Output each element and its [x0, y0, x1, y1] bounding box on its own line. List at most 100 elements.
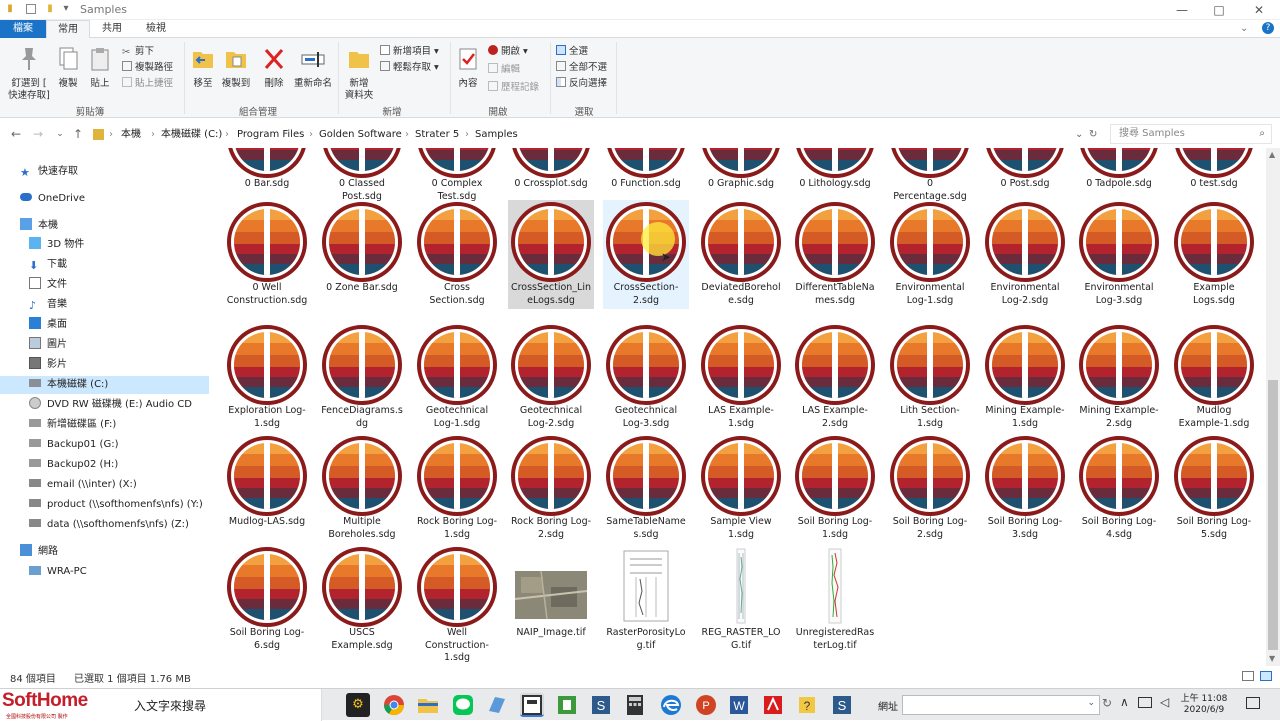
scroll-up-icon[interactable]: ▲ — [1269, 150, 1275, 159]
line-icon[interactable] — [451, 693, 475, 717]
file-item[interactable]: Environmental Log-3.sdg — [1076, 202, 1162, 307]
file-item[interactable]: Mudlog Example-1.sdg — [1171, 325, 1257, 430]
file-item[interactable]: USCS Example.sdg — [319, 547, 405, 652]
nav-item-pictures[interactable]: 圖片 — [29, 336, 67, 354]
address-dropdown-icon[interactable]: ⌄ — [1075, 125, 1083, 145]
file-item[interactable]: Geotechnical Log-1.sdg — [414, 325, 500, 430]
scrollbar-thumb[interactable] — [1268, 380, 1278, 650]
new-folder-icon[interactable]: ▮ — [44, 3, 56, 15]
properties-button[interactable]: 內容 — [454, 46, 482, 90]
cut-button[interactable]: ✂ 剪下 — [122, 44, 154, 60]
nav-item-local-disk-c[interactable]: 本機磁碟 (C:) — [0, 376, 209, 394]
network-tray-icon[interactable] — [1138, 697, 1152, 708]
invert-selection-button[interactable]: 反向選擇 — [556, 76, 607, 92]
file-item[interactable]: LAS Example-2.sdg — [792, 325, 878, 430]
file-item[interactable]: 0 Zone Bar.sdg — [319, 202, 405, 295]
search-input[interactable]: 搜尋 Samples ⌕ — [1110, 124, 1272, 144]
file-item[interactable]: Geotechnical Log-2.sdg — [508, 325, 594, 430]
nav-item-data-drive[interactable]: data (\\softhomenfs\nfs) (Z:) — [29, 516, 189, 534]
strater-app-icon[interactable]: S — [830, 693, 854, 717]
tray-chevron-up-icon[interactable]: ∧ — [1120, 695, 1129, 709]
breadcrumb-item[interactable]: 本機 — [121, 125, 141, 145]
file-item[interactable]: SameTableNames.sdg — [603, 436, 689, 541]
file-item[interactable]: DifferentTableNames.sdg — [792, 202, 878, 307]
file-item[interactable]: Soil Boring Log-5.sdg — [1171, 436, 1257, 541]
file-item[interactable]: 0 Graphic.sdg — [698, 148, 784, 191]
file-item[interactable]: Rock Boring Log-2.sdg — [508, 436, 594, 541]
edge-icon[interactable] — [659, 693, 683, 717]
up-arrow-icon[interactable]: ↑ — [70, 126, 86, 142]
history-button[interactable]: 歷程記錄 — [488, 80, 539, 96]
back-arrow-icon[interactable]: ← — [8, 126, 24, 142]
file-item[interactable]: Soil Boring Log-2.sdg — [887, 436, 973, 541]
refresh-icon[interactable]: ↻ — [1089, 125, 1097, 145]
file-item[interactable]: Environmental Log-2.sdg — [982, 202, 1068, 307]
nav-item-backup01[interactable]: Backup01 (G:) — [29, 436, 118, 454]
breadcrumb-item[interactable]: Samples — [475, 125, 518, 145]
nav-item-backup02[interactable]: Backup02 (H:) — [29, 456, 118, 474]
file-item-hover[interactable]: CrossSection-2.sdg ➤ — [603, 200, 689, 309]
breadcrumb[interactable]: › 本機 › 本機磁碟 (C:) › Program Files › Golde… — [88, 124, 1102, 144]
nav-item-3d-objects[interactable]: 3D 物件 — [29, 236, 84, 254]
file-item[interactable]: FenceDiagrams.sdg — [319, 325, 405, 430]
file-item[interactable]: Mining Example-1.sdg — [982, 325, 1068, 430]
app-icon-1[interactable]: ⚙ — [346, 693, 370, 717]
new-item-button[interactable]: 新增項目 ▾ — [380, 44, 439, 60]
file-item[interactable]: Environmental Log-1.sdg — [887, 202, 973, 307]
taskbar-search[interactable]: 入文字來搜尋 — [132, 689, 322, 721]
nav-item-quick-access[interactable]: ★ 快速存取 — [20, 163, 78, 181]
address-toolbar-input[interactable]: ⌄ — [902, 695, 1100, 715]
nav-item-this-pc[interactable]: 本機 — [20, 217, 58, 235]
delete-button[interactable]: 刪除 — [260, 46, 288, 90]
acrobat-icon[interactable] — [761, 693, 785, 717]
select-all-button[interactable]: 全選 — [556, 44, 588, 60]
file-item[interactable]: DeviatedBorehole.sdg — [698, 202, 784, 307]
nav-item-downloads[interactable]: ⬇ 下載 — [29, 256, 67, 274]
calculator-icon[interactable] — [623, 693, 647, 717]
details-view-icon[interactable] — [1242, 671, 1254, 681]
chrome-icon[interactable] — [382, 693, 406, 717]
rename-button[interactable]: 重新命名 — [290, 46, 336, 90]
nav-item-email-drive[interactable]: email (\\inter) (X:) — [29, 476, 137, 494]
file-item[interactable]: Lith Section-1.sdg — [887, 325, 973, 430]
volume-icon[interactable]: ◁ — [1160, 695, 1169, 709]
chevron-down-icon[interactable]: ▾ — [60, 3, 72, 15]
clock-date[interactable]: 2020/6/9 — [1180, 705, 1228, 715]
copy-to-button[interactable]: 複製到 — [220, 46, 252, 90]
copy-button[interactable]: 複製 — [54, 46, 82, 90]
file-item[interactable]: Rock Boring Log-1.sdg — [414, 436, 500, 541]
tab-share[interactable]: 共用 — [90, 20, 134, 38]
word-icon[interactable]: W — [727, 693, 751, 717]
file-item[interactable]: 0 Well Construction.sdg — [224, 202, 310, 307]
file-item[interactable]: Soil Boring Log-3.sdg — [982, 436, 1068, 541]
open-button[interactable]: 開啟 ▾ — [488, 44, 528, 60]
file-item[interactable]: RasterPorosityLog.tif — [603, 547, 689, 652]
file-item[interactable]: REG_RASTER_LOG.tif — [698, 547, 784, 652]
select-none-button[interactable]: 全部不選 — [556, 60, 607, 76]
go-arrow-icon[interactable]: ↻ — [1102, 696, 1112, 710]
file-item[interactable]: 0 Lithology.sdg — [792, 148, 878, 191]
file-item[interactable]: 0 Complex Test.sdg — [414, 148, 500, 203]
file-item[interactable]: 0 Percentage.sdg — [887, 148, 973, 203]
chevron-down-icon[interactable]: ⌄ — [1087, 698, 1095, 708]
new-folder-button[interactable]: 新增 資料夾 — [342, 46, 376, 102]
help-icon[interactable]: ? — [1262, 22, 1274, 34]
recent-chevron-icon[interactable]: ⌄ — [52, 126, 68, 142]
file-item[interactable]: 0 Tadpole.sdg — [1076, 148, 1162, 191]
close-button[interactable]: ✕ — [1240, 0, 1278, 20]
file-explorer-icon[interactable] — [416, 693, 440, 717]
easy-access-button[interactable]: 輕鬆存取 ▾ — [380, 60, 439, 76]
file-item[interactable]: NAIP_Image.tif — [508, 547, 594, 640]
nav-item-new-volume-f[interactable]: 新增磁碟區 (F:) — [29, 416, 116, 434]
paste-shortcut-button[interactable]: 貼上捷徑 — [122, 76, 173, 92]
nav-item-dvd-drive[interactable]: DVD RW 磁碟機 (E:) Audio CD — [29, 396, 192, 414]
file-item[interactable]: UnregisteredRasterLog.tif — [792, 547, 878, 652]
maximize-button[interactable]: □ — [1200, 0, 1238, 20]
file-item[interactable]: Mining Example-2.sdg — [1076, 325, 1162, 430]
nav-item-onedrive[interactable]: OneDrive — [20, 190, 85, 208]
powerpoint-icon[interactable]: P — [694, 693, 718, 717]
breadcrumb-item[interactable]: 本機磁碟 (C:) — [161, 125, 222, 145]
file-item[interactable]: Soil Boring Log-4.sdg — [1076, 436, 1162, 541]
file-item[interactable]: 0 Bar.sdg — [224, 148, 310, 191]
app-icon-active[interactable] — [520, 693, 544, 717]
